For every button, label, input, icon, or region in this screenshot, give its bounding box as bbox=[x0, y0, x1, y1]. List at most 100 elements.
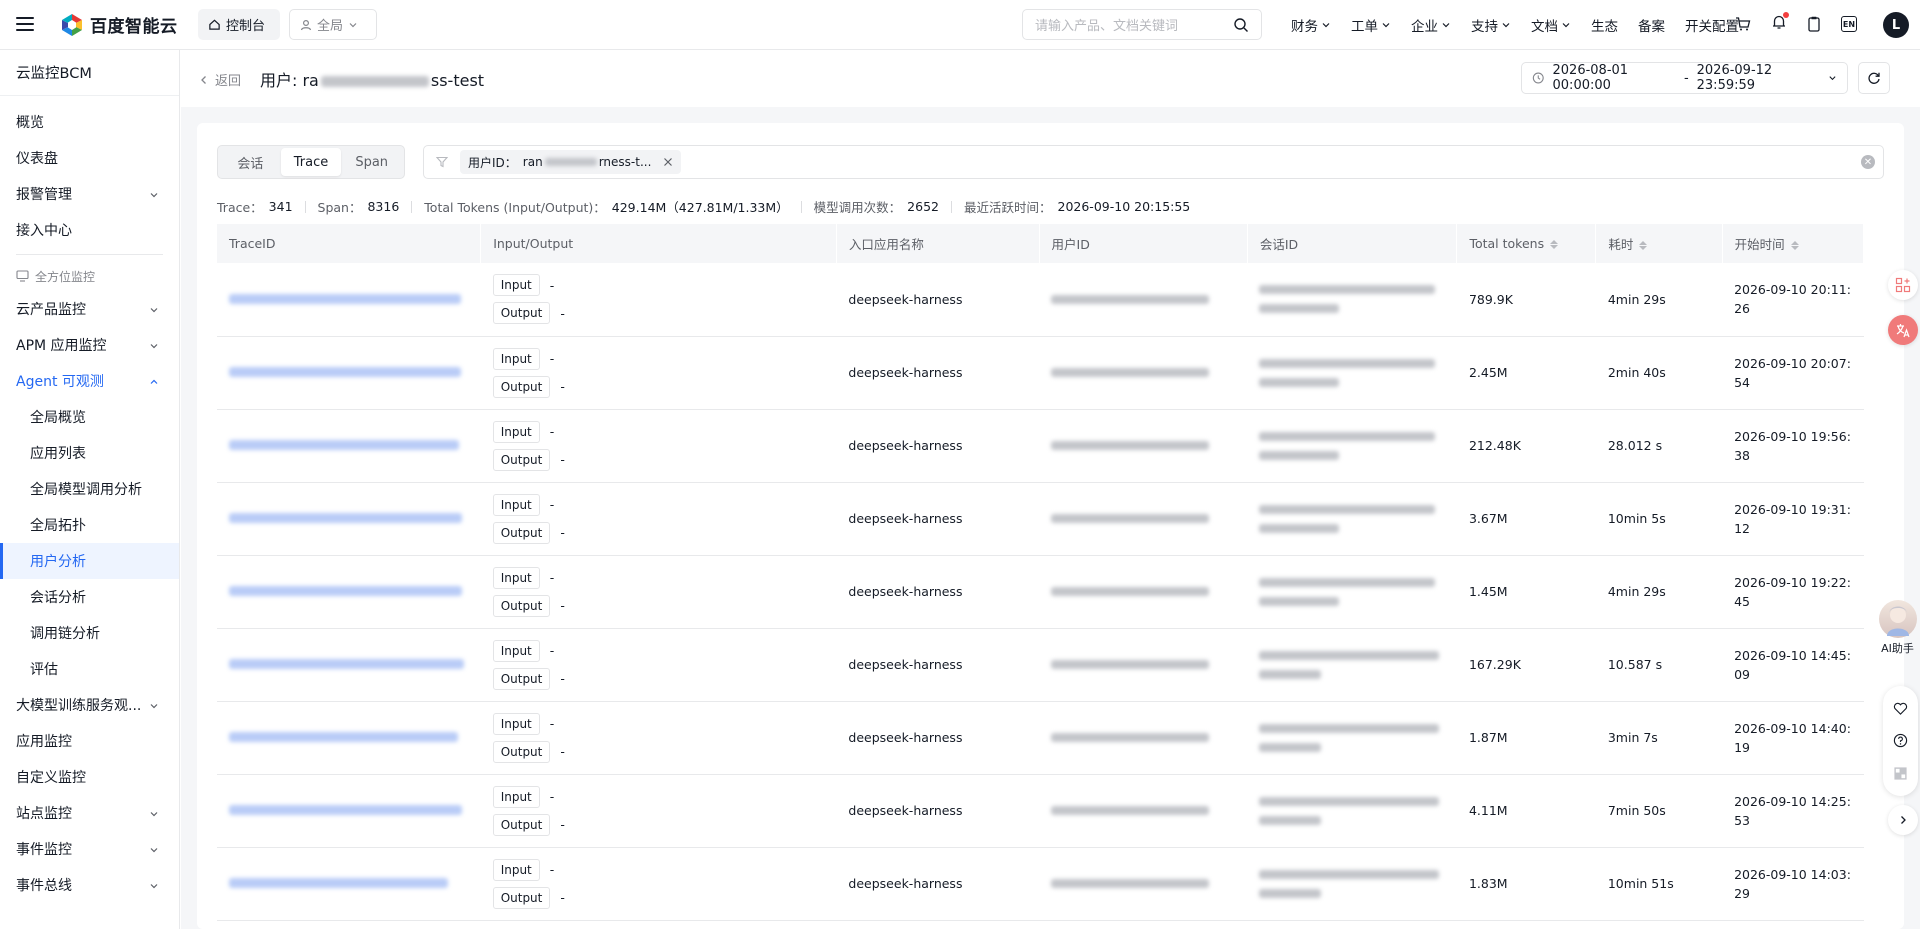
sidebar-item[interactable]: 概览 bbox=[0, 104, 179, 140]
input-chip[interactable]: Input bbox=[492, 274, 540, 297]
sidebar-subitem[interactable]: 应用列表 bbox=[0, 435, 179, 471]
sidebar-subitem[interactable]: 全局拓扑 bbox=[0, 507, 179, 543]
table-row[interactable]: Input - Output - deepseek-harness 4.11M 7min 5… bbox=[217, 774, 1864, 848]
logo[interactable]: 百度智能云 bbox=[60, 12, 178, 37]
trace-id-cell[interactable] bbox=[217, 409, 481, 483]
qrcode-icon[interactable] bbox=[1893, 766, 1908, 781]
trace-id-link[interactable] bbox=[229, 440, 459, 450]
trace-id-cell[interactable] bbox=[217, 555, 481, 629]
tab-span[interactable]: Span bbox=[341, 148, 402, 176]
console-button[interactable]: 控制台 bbox=[198, 9, 280, 40]
refresh-button[interactable] bbox=[1858, 62, 1890, 94]
sidebar-item[interactable]: 站点监控 bbox=[0, 795, 179, 831]
menu-icon[interactable] bbox=[16, 15, 34, 33]
top-nav-item[interactable]: 备案 bbox=[1628, 15, 1675, 35]
output-chip[interactable]: Output bbox=[492, 740, 551, 763]
sidebar-item[interactable]: Agent 可观测 bbox=[0, 363, 179, 399]
trace-id-cell[interactable] bbox=[217, 701, 481, 775]
language-badge[interactable]: EN bbox=[1841, 16, 1857, 32]
sidebar-item[interactable]: APM 应用监控 bbox=[0, 327, 179, 363]
output-chip[interactable]: Output bbox=[492, 521, 551, 544]
avatar[interactable]: L bbox=[1883, 12, 1909, 38]
top-nav-item[interactable]: 支持 bbox=[1461, 15, 1521, 35]
heart-icon[interactable] bbox=[1893, 701, 1908, 716]
trace-id-cell[interactable] bbox=[217, 774, 481, 848]
table-row[interactable]: Input - Output - deepseek-harness 1.45M 4min 2… bbox=[217, 555, 1864, 629]
output-chip[interactable]: Output bbox=[492, 667, 551, 690]
column-header[interactable]: 开始时间 bbox=[1722, 224, 1865, 263]
trace-id-cell[interactable] bbox=[217, 263, 481, 337]
input-chip[interactable]: Input bbox=[492, 858, 540, 881]
trace-id-cell[interactable] bbox=[217, 628, 481, 702]
top-nav-item[interactable]: 企业 bbox=[1401, 15, 1461, 35]
table-row[interactable]: Input - Output - deepseek-harness 167.29K 10.5… bbox=[217, 628, 1864, 702]
table-row[interactable]: Input - Output - deepseek-harness 789.9K 4min … bbox=[217, 263, 1864, 337]
output-chip[interactable]: Output bbox=[492, 375, 551, 398]
trace-id-cell[interactable] bbox=[217, 336, 481, 410]
sidebar-item[interactable]: 大模型训练服务观... bbox=[0, 687, 179, 723]
sidebar-item[interactable]: 应用监控 bbox=[0, 723, 179, 759]
column-header[interactable]: Total tokens bbox=[1456, 224, 1597, 263]
input-chip[interactable]: Input bbox=[492, 493, 540, 516]
table-row[interactable]: Input - Output - deepseek-harness 1.83M 10min … bbox=[217, 847, 1864, 921]
sidebar-item[interactable]: 接入中心 bbox=[0, 212, 179, 248]
trace-id-link[interactable] bbox=[229, 878, 448, 888]
sidebar-subitem[interactable]: 调用链分析 bbox=[0, 615, 179, 651]
back-button[interactable]: 返回 bbox=[199, 70, 241, 89]
trace-id-link[interactable] bbox=[229, 586, 462, 596]
input-chip[interactable]: Input bbox=[492, 785, 540, 808]
scope-select[interactable]: 全局 bbox=[289, 9, 377, 40]
sidebar-subitem[interactable]: 评估 bbox=[0, 651, 179, 687]
sidebar-item[interactable]: 事件总线 bbox=[0, 867, 179, 903]
sort-icon[interactable] bbox=[1790, 241, 1799, 250]
top-nav-item[interactable]: 文档 bbox=[1521, 15, 1581, 35]
output-chip[interactable]: Output bbox=[492, 594, 551, 617]
notification-wrap[interactable] bbox=[1771, 12, 1789, 34]
sidebar-item[interactable]: 云产品监控 bbox=[0, 291, 179, 327]
output-chip[interactable]: Output bbox=[492, 886, 551, 909]
search-icon[interactable] bbox=[1233, 17, 1249, 33]
sidebar-item[interactable]: 自定义监控 bbox=[0, 759, 179, 795]
sidebar-item[interactable]: 事件监控 bbox=[0, 831, 179, 867]
sidebar-subitem[interactable]: 用户分析 bbox=[0, 543, 179, 579]
global-search[interactable]: 请输入产品、文档关键词 bbox=[1022, 9, 1262, 40]
top-nav-item[interactable]: 财务 bbox=[1281, 15, 1341, 35]
output-chip[interactable]: Output bbox=[492, 302, 551, 325]
trace-id-link[interactable] bbox=[229, 293, 461, 304]
sidebar-subitem[interactable]: 会话分析 bbox=[0, 579, 179, 615]
trace-id-link[interactable] bbox=[229, 367, 461, 377]
help-icon[interactable] bbox=[1893, 733, 1908, 748]
input-chip[interactable]: Input bbox=[492, 566, 540, 589]
input-chip[interactable]: Input bbox=[492, 639, 540, 662]
trace-id-link[interactable] bbox=[229, 513, 462, 523]
date-range-picker[interactable]: 2026-08-01 00:00:00 - 2026-09-12 23:59:5… bbox=[1521, 62, 1848, 94]
output-chip[interactable]: Output bbox=[492, 813, 551, 836]
filter-bar[interactable]: 用户ID： ran rness-t... ✕ bbox=[423, 145, 1884, 179]
trace-id-link[interactable] bbox=[229, 805, 462, 815]
floating-tool-button[interactable] bbox=[1888, 270, 1918, 300]
top-nav-item[interactable]: 工单 bbox=[1341, 15, 1401, 35]
column-header[interactable]: 耗时 bbox=[1595, 224, 1723, 263]
table-row[interactable]: Input - Output - deepseek-harness 1.87M 3min 7… bbox=[217, 701, 1864, 775]
collapse-float-button[interactable] bbox=[1888, 805, 1918, 835]
sort-icon[interactable] bbox=[1639, 241, 1648, 250]
clipboard-icon[interactable] bbox=[1807, 16, 1821, 32]
ai-assistant[interactable]: AI助手 bbox=[1875, 600, 1920, 656]
output-chip[interactable]: Output bbox=[492, 448, 551, 471]
sidebar-item[interactable]: 报警管理 bbox=[0, 176, 179, 212]
clear-filter-icon[interactable]: ✕ bbox=[1861, 155, 1875, 169]
sidebar-subitem[interactable]: 全局概览 bbox=[0, 399, 179, 435]
close-icon[interactable] bbox=[663, 157, 673, 167]
sort-icon[interactable] bbox=[1550, 240, 1559, 249]
input-chip[interactable]: Input bbox=[492, 420, 540, 443]
sidebar-subitem[interactable]: 全局模型调用分析 bbox=[0, 471, 179, 507]
trace-id-cell[interactable] bbox=[217, 482, 481, 556]
input-chip[interactable]: Input bbox=[492, 347, 540, 370]
tab-session[interactable]: 会话 bbox=[220, 148, 281, 176]
trace-id-link[interactable] bbox=[229, 732, 458, 742]
table-row[interactable]: Input - Output - deepseek-harness 2.45M 2min 4… bbox=[217, 336, 1864, 410]
filter-tag-user-id[interactable]: 用户ID： ran rness-t... bbox=[460, 150, 682, 174]
tab-trace[interactable]: Trace bbox=[280, 148, 342, 176]
table-row[interactable]: Input - Output - deepseek-harness 3.67M 10min … bbox=[217, 482, 1864, 556]
top-nav-item[interactable]: 生态 bbox=[1581, 15, 1628, 35]
